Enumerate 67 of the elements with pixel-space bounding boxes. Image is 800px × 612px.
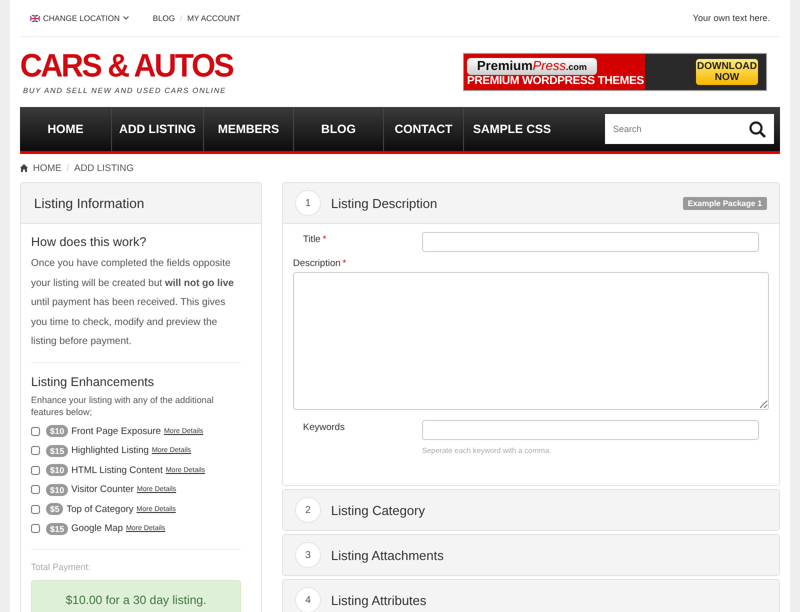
enhancement-label: Front Page Exposure [71, 426, 161, 437]
search-icon[interactable] [749, 120, 766, 138]
enhancement-label: Highlighted Listing [71, 445, 149, 456]
step-number: 4 [295, 587, 321, 612]
enhancement-label: HTML Listing Content [71, 464, 163, 476]
help-paragraph: Enhance your listing with any of the additional features below; [31, 394, 215, 418]
flag-icon [30, 14, 40, 22]
separator: / [66, 162, 70, 174]
help-paragraph: Once you have completed the fields opposite your listing will be created but will not go live until payment has been received. This gives you time to check, modify and preview the listing before payment. [31, 257, 235, 349]
enhancement-checkbox[interactable] [31, 426, 40, 436]
section-heading: How does this work? [31, 235, 148, 249]
enhancement-checkbox[interactable] [31, 485, 40, 494]
field-label: Description * [293, 258, 348, 269]
step-title: Listing Attachments [331, 548, 444, 562]
enhancement-checkbox[interactable] [31, 446, 40, 456]
field-label: Title * [302, 233, 328, 245]
text-input[interactable] [422, 232, 759, 252]
step-number: 2 [295, 497, 321, 523]
total-payment-box: $10.00 for a 30 day listing. [31, 580, 241, 612]
header-note: Your own text here. [692, 13, 770, 23]
text-input[interactable] [422, 420, 759, 440]
advert-banner[interactable]: PremiumPress.com PREMIUM WORDPRESS THEMES DOWNLOAD NOW [463, 53, 767, 91]
step-number: 1 [295, 190, 321, 216]
step-title: Listing Attributes [331, 592, 426, 608]
total-label: Total Payment: [31, 562, 92, 572]
price-badge: $15 [46, 522, 68, 535]
price-badge: $5 [46, 503, 64, 516]
home-icon [20, 164, 28, 172]
package-badge: Example Package 1 [682, 196, 767, 210]
step-number: 3 [295, 542, 321, 568]
panel-title: Listing Information [34, 196, 144, 210]
enhancement-checkbox[interactable] [31, 466, 40, 475]
step-title: Listing Description [331, 196, 438, 210]
enhancement-label: Google Map [71, 523, 123, 534]
top-link[interactable]: BLOG [152, 14, 175, 22]
price-badge: $15 [46, 444, 68, 457]
step-header[interactable]: 3 Listing Attachments [283, 535, 779, 575]
field-label: Keywords [302, 421, 346, 433]
step-header[interactable]: 2 Listing Category [283, 490, 779, 530]
breadcrumb-link[interactable]: ADD LISTING [74, 162, 134, 174]
nav-item[interactable]: SAMPLE CSS [464, 107, 560, 151]
nav-item[interactable]: CONTACT [384, 107, 464, 151]
price-badge: $10 [46, 425, 68, 438]
banner-headline: PREMIUM WORDPRESS THEMES [467, 74, 644, 86]
nav-item[interactable]: BLOG [294, 107, 384, 151]
enhancement-label: Top of Category [66, 504, 134, 515]
banner-download-button: DOWNLOAD NOW [696, 59, 758, 85]
enhancement-label: Visitor Counter [71, 484, 134, 496]
search-field[interactable]: Search [605, 114, 774, 144]
step-header[interactable]: 4 Listing Attributes [283, 580, 779, 612]
breadcrumb-link[interactable]: HOME [33, 162, 62, 174]
price-badge: $10 [46, 484, 68, 496]
nav-item[interactable]: HOME [20, 107, 112, 151]
step-title: Listing Category [331, 502, 425, 518]
site-logo[interactable]: CARS & AUTOS [20, 48, 233, 82]
price-badge: $10 [46, 464, 68, 476]
enhancement-checkbox[interactable] [31, 524, 40, 534]
nav-item[interactable]: ADD LISTING [112, 107, 204, 151]
change-location-link[interactable]: CHANGE LOCATION [30, 14, 129, 22]
enhancement-checkbox[interactable] [31, 504, 40, 514]
nav-item[interactable]: MEMBERS [204, 107, 294, 151]
banner-brand: PremiumPress.com [467, 58, 597, 74]
caret-icon [122, 16, 129, 20]
section-heading: Listing Enhancements [31, 374, 155, 388]
separator: / [180, 14, 182, 22]
top-link[interactable]: MY ACCOUNT [187, 14, 240, 22]
step-header[interactable]: 1 Listing Description Example Package 1 [283, 183, 779, 224]
